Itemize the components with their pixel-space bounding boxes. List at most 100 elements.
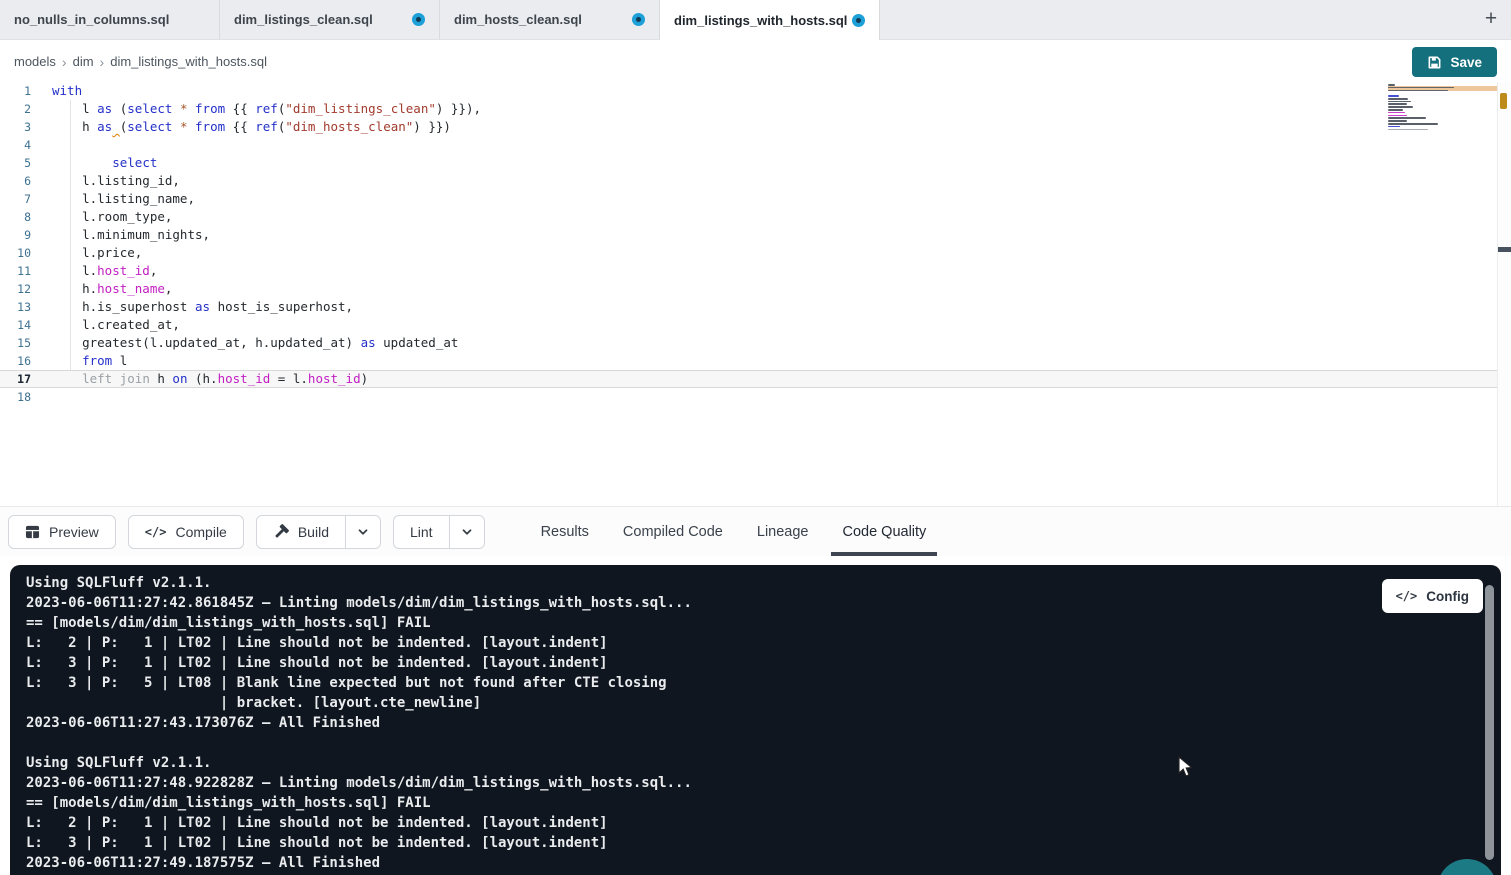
- code-token: "dim_listings_clean": [285, 101, 436, 116]
- file-tab[interactable]: dim_listings_clean.sql: [220, 0, 440, 39]
- code-line-text: left join h on (h.host_id = l.host_id): [44, 370, 368, 388]
- code-token: l.created_at,: [52, 317, 180, 332]
- build-button[interactable]: Build: [257, 516, 345, 548]
- line-number: 8: [0, 210, 44, 224]
- code-line[interactable]: 10 l.price,: [0, 244, 1497, 262]
- build-label: Build: [298, 524, 329, 540]
- code-line-text: from l: [44, 352, 127, 370]
- terminal-line: Using SQLFluff v2.1.1.: [26, 753, 692, 773]
- code-line[interactable]: 12 h.host_name,: [0, 280, 1497, 298]
- config-label: Config: [1426, 589, 1469, 604]
- code-editor[interactable]: 1with2 l as (select * from {{ ref("dim_l…: [0, 82, 1511, 506]
- line-number: 11: [0, 264, 44, 278]
- preview-button[interactable]: Preview: [8, 515, 116, 549]
- code-token: ,: [150, 263, 158, 278]
- code-line[interactable]: 1with: [0, 82, 1497, 100]
- result-tab-compiled-code[interactable]: Compiled Code: [612, 507, 734, 556]
- build-split-button: Build: [256, 515, 381, 549]
- minimap-line: [1388, 101, 1411, 103]
- file-tab-label: no_nulls_in_columns.sql: [14, 12, 169, 27]
- file-tab[interactable]: no_nulls_in_columns.sql: [0, 0, 220, 39]
- terminal-scrollbar[interactable]: [1485, 585, 1494, 860]
- cursor-position-marker: [1498, 247, 1511, 252]
- code-token: from: [195, 101, 225, 116]
- save-button[interactable]: Save: [1412, 47, 1497, 77]
- file-tab[interactable]: dim_listings_with_hosts.sql: [660, 0, 880, 40]
- code-line-text: h.is_superhost as host_is_superhost,: [44, 298, 353, 316]
- breadcrumb-item[interactable]: dim: [73, 54, 94, 69]
- code-token: [172, 119, 180, 134]
- code-line[interactable]: 5 select: [0, 154, 1497, 172]
- terminal-line: == [models/dim/dim_listings_with_hosts.s…: [26, 793, 692, 813]
- code-token: as: [361, 335, 376, 350]
- code-line[interactable]: 7 l.listing_name,: [0, 190, 1497, 208]
- code-token: [188, 101, 196, 116]
- code-line[interactable]: 17 left join h on (h.host_id = l.host_id…: [0, 370, 1497, 388]
- terminal-line: == [models/dim/dim_listings_with_hosts.s…: [26, 613, 692, 633]
- file-tab[interactable]: dim_hosts_clean.sql: [440, 0, 660, 39]
- unsaved-changes-icon: [632, 13, 645, 26]
- help-widget-bubble[interactable]: [1437, 859, 1497, 875]
- code-line[interactable]: 4: [0, 136, 1497, 154]
- minimap-line: [1388, 112, 1405, 114]
- code-line[interactable]: 9 l.minimum_nights,: [0, 226, 1497, 244]
- code-token: l.minimum_nights,: [52, 227, 210, 242]
- breadcrumb-item[interactable]: models: [14, 54, 56, 69]
- editor-scroll-annotations[interactable]: [1497, 82, 1511, 506]
- code-token: select: [127, 101, 172, 116]
- line-number: 5: [0, 156, 44, 170]
- minimap-line: [1388, 95, 1399, 97]
- minimap-line: [1388, 84, 1395, 86]
- breadcrumb-item[interactable]: dim_listings_with_hosts.sql: [110, 54, 267, 69]
- minimap-line: [1388, 106, 1413, 108]
- chevron-down-icon: [356, 525, 370, 539]
- file-tab-bar: no_nulls_in_columns.sql dim_listings_clea…: [0, 0, 1511, 40]
- code-token: = l.: [270, 371, 308, 386]
- file-tab-label: dim_hosts_clean.sql: [454, 12, 582, 27]
- code-token: ref: [255, 101, 278, 116]
- result-tabs: ResultsCompiled CodeLineageCode Quality: [530, 507, 950, 556]
- build-dropdown-button[interactable]: [345, 516, 380, 548]
- new-tab-button[interactable]: +: [1479, 7, 1503, 31]
- result-tab-results[interactable]: Results: [530, 507, 600, 556]
- lint-label: Lint: [410, 524, 433, 540]
- result-tab-code-quality[interactable]: Code Quality: [831, 507, 937, 556]
- code-line[interactable]: 11 l.host_id,: [0, 262, 1497, 280]
- code-token: ) }}),: [436, 101, 481, 116]
- result-tab-lineage[interactable]: Lineage: [746, 507, 820, 556]
- code-token: host_id: [97, 263, 150, 278]
- unsaved-changes-icon: [412, 13, 425, 26]
- code-token: from: [195, 119, 225, 134]
- code-token: h.is_superhost: [52, 299, 195, 314]
- terminal-line: Using SQLFluff v2.1.1.: [26, 573, 692, 593]
- code-line[interactable]: 18: [0, 388, 1497, 406]
- table-grid-icon: [25, 525, 40, 539]
- code-token: [172, 101, 180, 116]
- code-line[interactable]: 15 greatest(l.updated_at, h.updated_at) …: [0, 334, 1497, 352]
- code-line[interactable]: 8 l.room_type,: [0, 208, 1497, 226]
- minimap-line: [1388, 120, 1407, 122]
- minimap-line: [1388, 90, 1448, 92]
- code-line[interactable]: 13 h.is_superhost as host_is_superhost,: [0, 298, 1497, 316]
- code-token: [112, 119, 120, 134]
- code-line[interactable]: 3 h as (select * from {{ ref("dim_hosts_…: [0, 118, 1497, 136]
- code-line[interactable]: 6 l.listing_id,: [0, 172, 1497, 190]
- lint-dropdown-button[interactable]: [449, 516, 484, 548]
- code-token: from: [82, 353, 112, 368]
- preview-label: Preview: [49, 524, 99, 540]
- code-token: host_is_superhost,: [210, 299, 353, 314]
- code-token: updated_at: [376, 335, 459, 350]
- code-line[interactable]: 16 from l: [0, 352, 1497, 370]
- compile-button[interactable]: </> Compile: [128, 515, 244, 549]
- code-token: *: [180, 119, 188, 134]
- code-line[interactable]: 14 l.created_at,: [0, 316, 1497, 334]
- code-line[interactable]: 2 l as (select * from {{ ref("dim_listin…: [0, 100, 1497, 118]
- terminal-panel: Using SQLFluff v2.1.1.2023-06-06T11:27:4…: [10, 565, 1501, 875]
- minimap[interactable]: [1388, 84, 1463, 131]
- code-line-text: l.price,: [44, 244, 142, 262]
- code-token: [52, 353, 82, 368]
- code-token: as: [97, 119, 112, 134]
- line-number: 17: [0, 372, 44, 386]
- config-button[interactable]: </> Config: [1382, 579, 1483, 613]
- lint-button[interactable]: Lint: [394, 516, 449, 548]
